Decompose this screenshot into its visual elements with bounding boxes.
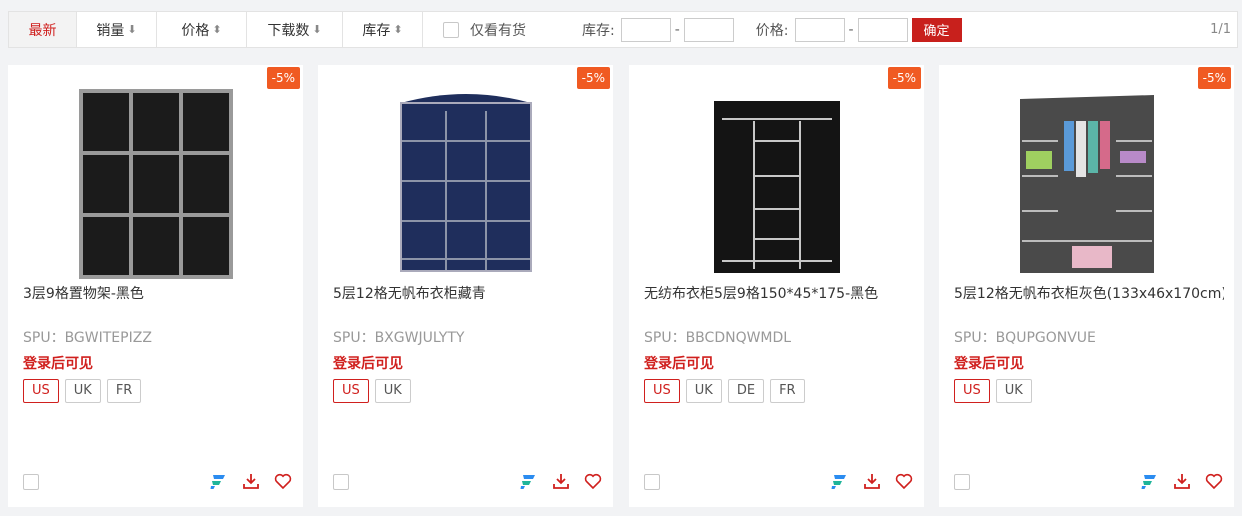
arrow-down-icon: ⬇ bbox=[127, 23, 137, 36]
stock-range-filter: 库存: - bbox=[582, 12, 734, 47]
download-icon[interactable] bbox=[551, 471, 571, 491]
market-tags: US UK bbox=[333, 379, 411, 403]
select-product-checkbox[interactable] bbox=[644, 474, 660, 490]
discount-badge: -5% bbox=[1197, 67, 1231, 89]
sort-latest-label: 最新 bbox=[28, 22, 57, 39]
product-title[interactable]: 3层9格置物架-黑色 bbox=[23, 283, 293, 303]
in-stock-checkbox[interactable] bbox=[443, 21, 459, 38]
market-tags: US UK bbox=[954, 379, 1032, 403]
sort-downloads[interactable]: 下载数 ⬇ bbox=[247, 12, 343, 47]
download-icon[interactable] bbox=[241, 471, 261, 491]
publish-icon[interactable] bbox=[519, 471, 539, 491]
product-title[interactable]: 无纺布衣柜5层9格150*45*175-黑色 bbox=[644, 283, 914, 303]
sort-sales-label: 销量 bbox=[96, 22, 125, 39]
market-tag-uk[interactable]: UK bbox=[64, 379, 101, 403]
product-spu: SPU：BXGWJULYTY bbox=[333, 330, 465, 346]
market-tags: US UK DE FR bbox=[644, 379, 805, 403]
market-tags: US UK FR bbox=[23, 379, 142, 403]
market-tag-uk[interactable]: UK bbox=[995, 379, 1032, 403]
discount-badge: -5% bbox=[887, 67, 921, 89]
sort-filter-bar: 最新 销量 ⬇ 价格 ⬍ 下载数 ⬇ 库存 ⬍ 仅看有货 库存: - 价格: - 确定 … bbox=[8, 11, 1238, 48]
range-dash: - bbox=[674, 21, 680, 38]
publish-icon[interactable] bbox=[830, 471, 850, 491]
product-card[interactable]: -5% 3层9格置物架-黑色 SPU：BGWITEPIZZ 登录后可见 US U… bbox=[8, 65, 303, 507]
discount-badge: -5% bbox=[266, 67, 300, 89]
sort-updown-icon: ⬍ bbox=[393, 23, 403, 36]
product-spu: SPU：BBCDNQWMDL bbox=[644, 330, 792, 346]
market-tag-us[interactable]: US bbox=[954, 379, 990, 403]
sort-stock[interactable]: 库存 ⬍ bbox=[343, 12, 423, 47]
download-icon[interactable] bbox=[1172, 471, 1192, 491]
login-to-view-price[interactable]: 登录后可见 bbox=[23, 353, 93, 373]
in-stock-filter[interactable]: 仅看有货 bbox=[443, 12, 526, 47]
product-title[interactable]: 5层12格无帆布衣柜藏青 bbox=[333, 283, 603, 303]
publish-icon[interactable] bbox=[209, 471, 229, 491]
range-dash: - bbox=[848, 21, 854, 38]
pagination: 1/1 bbox=[1210, 22, 1231, 37]
product-card[interactable]: -5% 5层12格无帆布衣柜灰色(133x46x170cm) SPU：BQUPG… bbox=[939, 65, 1234, 507]
heart-icon[interactable] bbox=[894, 471, 914, 491]
select-product-checkbox[interactable] bbox=[954, 474, 970, 490]
price-range-label: 价格: bbox=[755, 22, 789, 39]
market-tag-us[interactable]: US bbox=[23, 379, 59, 403]
select-product-checkbox[interactable] bbox=[333, 474, 349, 490]
login-to-view-price[interactable]: 登录后可见 bbox=[954, 353, 1024, 373]
sort-updown-icon: ⬍ bbox=[212, 23, 222, 36]
market-tag-fr[interactable]: FR bbox=[106, 379, 142, 403]
sort-latest[interactable]: 最新 bbox=[9, 12, 77, 47]
login-to-view-price[interactable]: 登录后可见 bbox=[644, 353, 714, 373]
market-tag-us[interactable]: US bbox=[644, 379, 680, 403]
price-max-input[interactable] bbox=[857, 17, 908, 42]
select-product-checkbox[interactable] bbox=[23, 474, 39, 490]
discount-badge: -5% bbox=[576, 67, 610, 89]
card-actions bbox=[830, 471, 914, 491]
download-icon[interactable] bbox=[862, 471, 882, 491]
sort-stock-label: 库存 bbox=[362, 22, 391, 39]
product-spu: SPU：BQUPGONVUE bbox=[954, 330, 1096, 346]
card-actions bbox=[1140, 471, 1224, 491]
stock-max-input[interactable] bbox=[683, 17, 734, 42]
in-stock-label: 仅看有货 bbox=[470, 22, 526, 39]
product-title[interactable]: 5层12格无帆布衣柜灰色(133x46x170cm) bbox=[954, 283, 1224, 303]
card-actions bbox=[209, 471, 293, 491]
product-card[interactable]: -5% 无纺布衣柜5层9格150*45*175-黑色 SPU：BBCDNQWMD… bbox=[629, 65, 924, 507]
product-card[interactable]: -5% 5层12格无帆布衣柜藏青 SPU：BXGWJULYTY 登录后可见 US… bbox=[318, 65, 613, 507]
heart-icon[interactable] bbox=[1204, 471, 1224, 491]
sort-price-label: 价格 bbox=[181, 22, 210, 39]
market-tag-uk[interactable]: UK bbox=[685, 379, 722, 403]
product-image[interactable] bbox=[682, 81, 872, 281]
price-range-filter: 价格: - 确定 bbox=[756, 12, 962, 47]
arrow-down-icon: ⬇ bbox=[312, 23, 322, 36]
market-tag-fr[interactable]: FR bbox=[770, 379, 805, 403]
market-tag-de[interactable]: DE bbox=[727, 379, 765, 403]
product-image[interactable] bbox=[992, 81, 1182, 281]
confirm-filter-button[interactable]: 确定 bbox=[911, 17, 962, 42]
market-tag-us[interactable]: US bbox=[333, 379, 369, 403]
price-min-input[interactable] bbox=[794, 17, 845, 42]
product-image[interactable] bbox=[61, 81, 251, 281]
publish-icon[interactable] bbox=[1140, 471, 1160, 491]
heart-icon[interactable] bbox=[583, 471, 603, 491]
heart-icon[interactable] bbox=[273, 471, 293, 491]
sort-downloads-label: 下载数 bbox=[267, 22, 310, 39]
product-image[interactable] bbox=[371, 81, 561, 281]
sort-sales[interactable]: 销量 ⬇ bbox=[77, 12, 157, 47]
stock-range-label: 库存: bbox=[582, 22, 615, 39]
stock-min-input[interactable] bbox=[620, 17, 671, 42]
market-tag-uk[interactable]: UK bbox=[374, 379, 411, 403]
login-to-view-price[interactable]: 登录后可见 bbox=[333, 353, 403, 373]
product-spu: SPU：BGWITEPIZZ bbox=[23, 330, 152, 346]
card-actions bbox=[519, 471, 603, 491]
sort-price[interactable]: 价格 ⬍ bbox=[157, 12, 247, 47]
